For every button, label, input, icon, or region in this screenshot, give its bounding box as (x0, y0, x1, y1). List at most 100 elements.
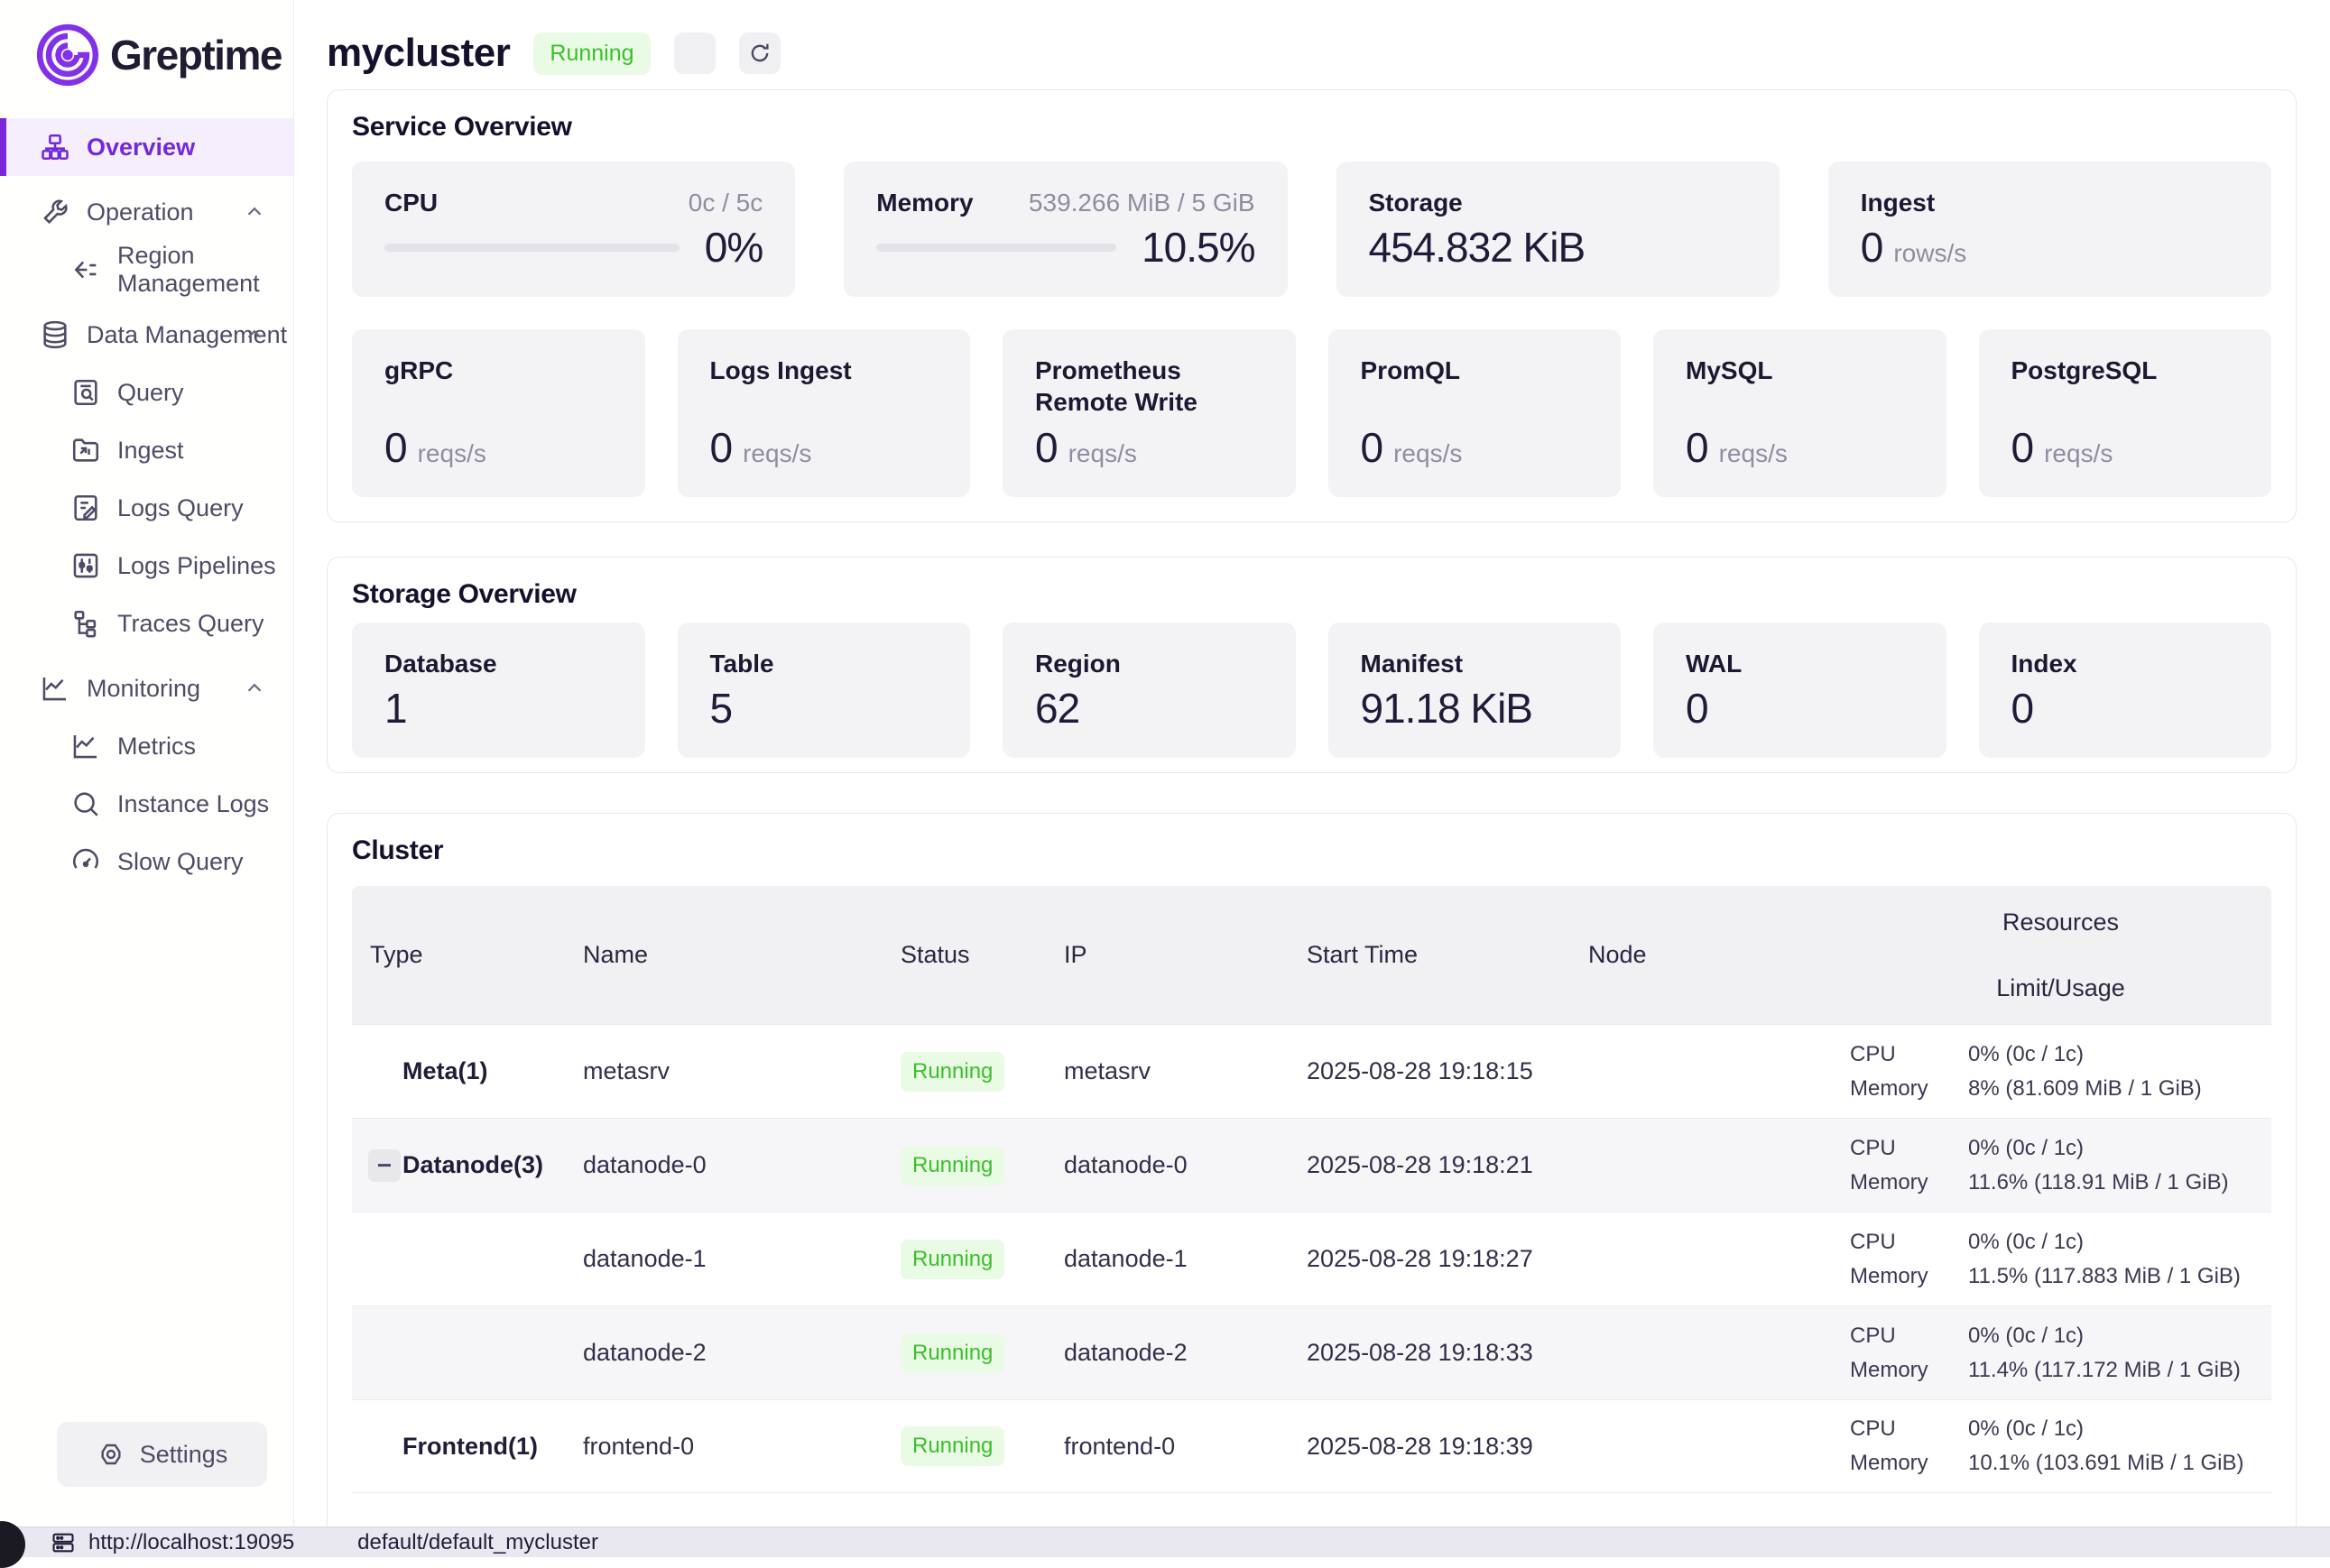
sidebar-item-logs-query[interactable]: Logs Query (0, 479, 293, 537)
rate-value: 0 (1361, 423, 1383, 472)
stat-value: 1 (384, 684, 613, 733)
sidebar-nav: Overview Operation Region Management (0, 118, 293, 890)
sidebar-item-operation[interactable]: Operation (0, 183, 293, 241)
refresh-icon (747, 41, 772, 66)
row-ip: metasrv (1046, 1057, 1289, 1085)
refresh-button[interactable] (739, 32, 781, 74)
cpu-card: CPU 0c / 5c 0% (352, 161, 795, 297)
sidebar-item-label: Logs Query (117, 494, 244, 522)
stat-label: Index (2011, 648, 2240, 679)
rate-unit: reqs/s (743, 439, 811, 468)
sidebar: Greptime Overview Operation (0, 0, 294, 1557)
cluster-status-badge: Running (533, 32, 650, 75)
col-resources: Resources Limit/Usage (1832, 886, 2271, 1024)
stat-detail: 539.266 MiB / 5 GiB (1029, 189, 1255, 217)
rate-value: 0 (1686, 423, 1708, 472)
server-url: http://localhost:19095 (88, 1530, 294, 1555)
row-start-time: 2025-08-28 19:18:39 (1289, 1433, 1570, 1461)
rate-value: 0 (384, 423, 407, 472)
wal-card: WAL 0 (1653, 623, 1946, 758)
col-name: Name (565, 941, 883, 969)
stat-label: Logs Ingest (710, 355, 938, 386)
copy-button[interactable] (674, 32, 716, 74)
col-resources-label: Resources (2002, 909, 2119, 936)
rate-unit: reqs/s (2044, 439, 2113, 468)
stat-label: CPU (384, 187, 438, 218)
corner-widget[interactable] (0, 1521, 25, 1568)
status-bar: http://localhost:19095 default/default_m… (0, 1526, 2330, 1557)
stat-label: PostgreSQL (2011, 355, 2240, 386)
rate-value: 0 (1035, 423, 1058, 472)
memory-percent: 10.5% (1142, 223, 1254, 272)
col-type: Type (352, 941, 565, 969)
sidebar-item-label: Operation (87, 198, 194, 226)
stat-label: MySQL (1686, 355, 1914, 386)
stat-value: 0 (1686, 684, 1914, 733)
page-title: mycluster (327, 31, 510, 76)
logs-ingest-card: Logs Ingest 0 reqs/s (678, 329, 971, 497)
sidebar-item-overview[interactable]: Overview (0, 118, 293, 176)
postgresql-card: PostgreSQL 0 reqs/s (1979, 329, 2272, 497)
stat-value: 91.18 KiB (1361, 684, 1589, 733)
rate-value: 0 (710, 423, 733, 472)
sidebar-item-slow-query[interactable]: Slow Query (0, 833, 293, 890)
chevron-up-icon (243, 677, 266, 700)
gear-icon (97, 1440, 125, 1469)
stat-label: Table (710, 648, 938, 679)
wrench-icon (40, 197, 70, 227)
document-pen-icon (70, 493, 101, 523)
ingest-unit: rows/s (1893, 239, 1966, 268)
stat-label: PromQL (1361, 355, 1589, 386)
trace-tree-icon (70, 608, 101, 639)
stat-detail: 0c / 5c (689, 189, 763, 217)
table-row-datanode-0: − Datanode(3) datanode-0 Running datanod… (352, 1118, 2271, 1212)
row-resources: CPU0% (0c / 1c) Memory11.4% (117.172 MiB… (1832, 1324, 2271, 1383)
brand-name: Greptime (110, 31, 282, 79)
section-title: Cluster (352, 835, 2271, 866)
document-search-icon (70, 377, 101, 408)
table-card: Table 5 (678, 623, 971, 758)
sidebar-item-region-management[interactable]: Region Management (0, 241, 293, 299)
cpu-progress-bar (384, 244, 680, 252)
settings-button[interactable]: Settings (57, 1422, 267, 1487)
rate-unit: reqs/s (1068, 439, 1137, 468)
stat-label: Storage (1369, 187, 1463, 218)
settings-label: Settings (140, 1441, 228, 1469)
sidebar-item-instance-logs[interactable]: Instance Logs (0, 775, 293, 833)
sidebar-item-logs-pipelines[interactable]: Logs Pipelines (0, 537, 293, 595)
row-name: frontend-0 (565, 1433, 883, 1461)
sidebar-item-ingest[interactable]: Ingest (0, 421, 293, 479)
ingest-card: Ingest 0 rows/s (1828, 161, 2271, 297)
sidebar-item-label: Instance Logs (117, 790, 269, 818)
greptime-spiral-icon (34, 22, 101, 88)
greptime-logo[interactable]: Greptime (0, 0, 293, 90)
stat-label: Region (1035, 648, 1263, 679)
sidebar-item-traces-query[interactable]: Traces Query (0, 595, 293, 652)
service-overview-section: Service Overview CPU 0c / 5c 0% Memory 5… (327, 89, 2297, 522)
sidebar-item-metrics[interactable]: Metrics (0, 717, 293, 775)
stat-label: WAL (1686, 648, 1914, 679)
sidebar-item-data-management[interactable]: Data Management (0, 306, 293, 364)
sidebar-item-label: Region Management (117, 242, 293, 298)
storage-card: Storage 454.832 KiB (1336, 161, 1780, 297)
sidebar-item-monitoring[interactable]: Monitoring (0, 659, 293, 717)
row-name: datanode-1 (565, 1245, 883, 1273)
metrics-chart-icon (70, 731, 101, 761)
stat-label: Database (384, 648, 613, 679)
cluster-section: Cluster Type Name Status IP Start Time N… (327, 813, 2297, 1540)
rate-unit: reqs/s (1719, 439, 1788, 468)
row-ip: datanode-1 (1046, 1245, 1289, 1273)
row-status-badge: Running (901, 1240, 1004, 1279)
collapse-datanode-button[interactable]: − (368, 1149, 401, 1182)
promql-card: PromQL 0 reqs/s (1328, 329, 1622, 497)
storage-value: 454.832 KiB (1369, 223, 1586, 272)
sidebar-item-label: Slow Query (117, 848, 244, 876)
col-ip: IP (1046, 941, 1289, 969)
row-status-badge: Running (901, 1426, 1004, 1466)
row-name: metasrv (565, 1057, 883, 1085)
chevron-up-icon (243, 323, 266, 346)
memory-card: Memory 539.266 MiB / 5 GiB 10.5% (844, 161, 1287, 297)
table-row-frontend: Frontend(1) frontend-0 Running frontend-… (352, 1399, 2271, 1493)
row-ip: datanode-2 (1046, 1339, 1289, 1367)
sidebar-item-query[interactable]: Query (0, 364, 293, 421)
